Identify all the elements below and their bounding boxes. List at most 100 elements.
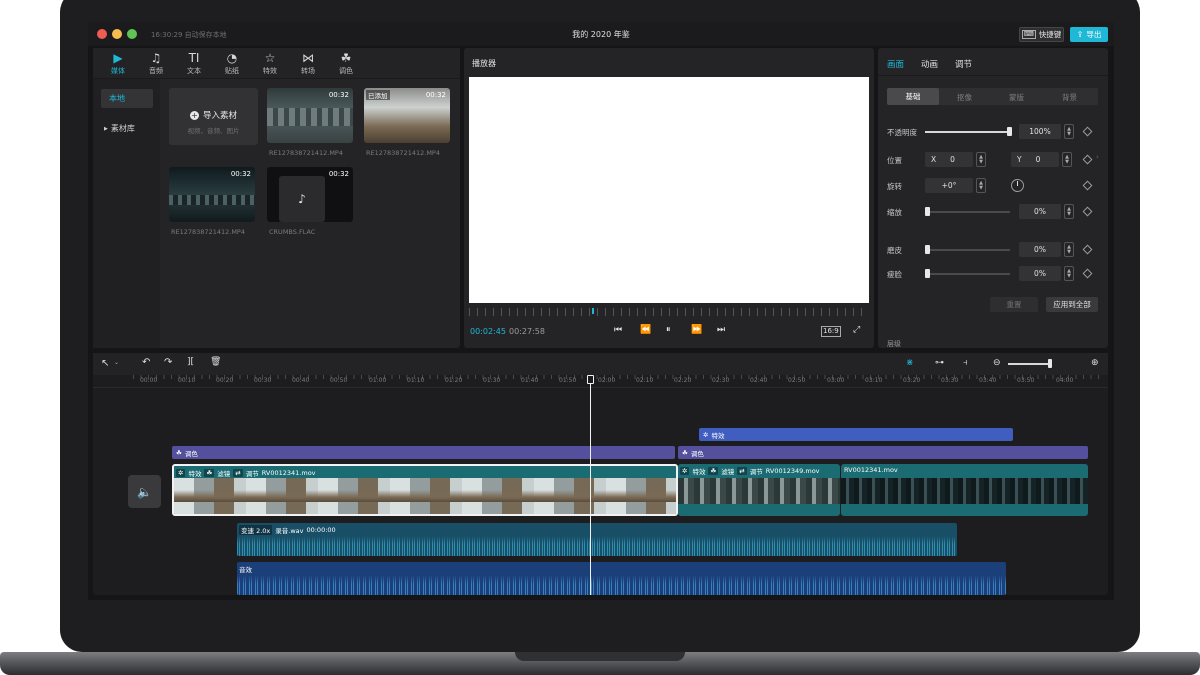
smooth-slider[interactable] <box>925 249 1010 251</box>
shortcut-button[interactable]: ⌨ 快捷键 <box>1019 27 1064 42</box>
redo-icon[interactable]: ↷ <box>164 357 172 368</box>
subtab-mask[interactable]: 蒙版 <box>1009 92 1024 103</box>
aspect-ratio-button[interactable]: 16:9 <box>821 326 841 337</box>
step-back-icon[interactable]: ⏪ <box>640 325 651 335</box>
magnet-snap-icon[interactable]: ⋇ <box>906 358 914 368</box>
preview-canvas[interactable] <box>469 77 869 303</box>
slim-face-keyframe-icon[interactable] <box>1082 268 1093 279</box>
ruler-tick: 03:50 <box>1017 377 1035 384</box>
media-thumb-2[interactable]: 已添加 00:32 <box>364 88 450 143</box>
subtab-keying[interactable]: 抠像 <box>957 92 972 103</box>
slim-face-slider-knob[interactable] <box>925 269 930 278</box>
timeline-zoom-knob[interactable] <box>1048 359 1052 368</box>
ruler-tick: 02:00 <box>598 377 616 384</box>
position-y-input[interactable]: Y0 <box>1011 152 1059 167</box>
tab-adjust[interactable]: 调节 <box>955 58 972 70</box>
clip-adjust-label: 调节 <box>245 470 259 478</box>
effect-clip[interactable]: ✲ 特效 <box>699 428 1013 441</box>
zoom-out-icon[interactable]: ⊖ <box>993 358 1001 368</box>
tab-effects[interactable]: ☆ 特效 <box>254 51 286 76</box>
subtab-basic[interactable]: 基础 <box>887 88 939 105</box>
position-keyframe-icon[interactable] <box>1082 154 1093 165</box>
audio-clip-voice[interactable]: 变速 2.0x 录音.wav 00:00:00 <box>237 523 957 556</box>
video-clip-1[interactable]: ✲ 特效 ☘ 滤镜 ⇄ 调节 RV0012341.mov <box>172 464 678 516</box>
delete-icon[interactable]: 🗑 <box>210 357 221 367</box>
rotate-stepper[interactable]: ▲ ▼ <box>976 178 986 193</box>
skip-to-start-icon[interactable]: ⏮ <box>614 325 622 335</box>
track-volume-icon[interactable]: 🔈 <box>128 475 161 508</box>
ruler-tick: 00:00 <box>140 377 158 384</box>
slim-face-input[interactable]: 0% <box>1019 266 1061 281</box>
clip-fx-label: 特效 <box>692 468 706 476</box>
player-scrubber[interactable] <box>469 308 869 316</box>
tab-media[interactable]: ▶ 媒体 <box>102 51 134 76</box>
player-scrubber-head[interactable] <box>592 308 594 314</box>
playhead-handle[interactable] <box>587 375 594 384</box>
smooth-slider-knob[interactable] <box>925 245 930 254</box>
thumb-duration: 00:32 <box>328 170 349 178</box>
tab-color[interactable]: ☘ 调色 <box>330 51 362 76</box>
scale-slider-knob[interactable] <box>925 207 930 216</box>
opacity-slider-knob[interactable] <box>1007 127 1012 136</box>
slim-face-slider[interactable] <box>925 273 1010 275</box>
split-icon[interactable]: ][ <box>187 357 194 367</box>
import-hint: 视频、音频、图片 <box>187 127 240 135</box>
tab-picture[interactable]: 画面 <box>887 58 904 70</box>
tab-sticker[interactable]: ◔ 贴纸 <box>216 51 248 76</box>
undo-icon[interactable]: ↶ <box>142 357 150 368</box>
reset-button[interactable]: 重置 <box>990 297 1038 312</box>
chevron-down-icon[interactable]: ⌄ <box>114 359 119 366</box>
position-y-stepper[interactable]: ▲ ▼ <box>1062 152 1072 167</box>
scale-slider[interactable] <box>925 211 1010 213</box>
fullscreen-icon[interactable]: ⤢ <box>853 325 860 335</box>
rotate-dial-icon[interactable] <box>1011 179 1024 192</box>
sidebar-item-local[interactable]: 本地 <box>101 89 153 108</box>
tab-text[interactable]: TI 文本 <box>178 51 210 76</box>
video-clip-2[interactable]: ✲ 特效 ☘ 滤镜 ⇄ 调节 RV0012349.mov <box>678 464 840 516</box>
titlebar: 16:30:29 自动保存本地 我的 2020 年鉴 ⌨ 快捷键 ⇪ 导出 <box>88 22 1114 46</box>
subtab-background[interactable]: 背景 <box>1062 92 1077 103</box>
rotate-input[interactable]: +0° <box>925 178 973 193</box>
opacity-keyframe-icon[interactable] <box>1082 126 1093 137</box>
opacity-slider[interactable] <box>925 131 1010 133</box>
audio-clip-sfx[interactable]: 音效 <box>237 562 1006 595</box>
skip-to-end-icon[interactable]: ⏭ <box>717 325 725 335</box>
position-x-stepper[interactable]: ▲ ▼ <box>976 152 986 167</box>
scale-stepper[interactable]: ▲ ▼ <box>1064 204 1074 219</box>
slim-face-stepper[interactable]: ▲ ▼ <box>1064 266 1074 281</box>
playhead-line[interactable] <box>590 375 591 595</box>
select-cursor-icon[interactable]: ↖ <box>101 358 109 369</box>
color-grade-clip-2[interactable]: ☘ 调色 <box>678 446 1088 459</box>
opacity-stepper[interactable]: ▲ ▼ <box>1064 124 1074 139</box>
project-title: 我的 2020 年鉴 <box>572 30 630 39</box>
media-thumb-1[interactable]: 00:32 <box>267 88 353 143</box>
color-grade-clip-1[interactable]: ☘ 调色 <box>172 446 675 459</box>
scale-input[interactable]: 0% <box>1019 204 1061 219</box>
import-media-button[interactable]: + 导入素材 视频、音频、图片 <box>169 88 258 145</box>
timeline-zoom-slider[interactable] <box>1008 363 1050 365</box>
tab-transition[interactable]: ⋈ 转场 <box>292 51 324 76</box>
timeline-ruler[interactable]: 00:00 00:10 00:20 00:30 00:40 00:50 01:0… <box>93 375 1108 388</box>
waveform <box>237 536 957 556</box>
tab-animation[interactable]: 动画 <box>921 58 938 70</box>
video-clip-3[interactable]: RV0012341.mov <box>841 464 1088 516</box>
step-forward-icon[interactable]: ⏩ <box>691 325 702 335</box>
preview-axis-icon[interactable]: ⫞ <box>963 358 968 368</box>
rotate-keyframe-icon[interactable] <box>1082 180 1093 191</box>
apply-all-button[interactable]: 应用到全部 <box>1046 297 1098 312</box>
scale-keyframe-icon[interactable] <box>1082 206 1093 217</box>
smooth-stepper[interactable]: ▲ ▼ <box>1064 242 1074 257</box>
tab-audio[interactable]: ♫ 音频 <box>140 51 172 76</box>
smooth-input[interactable]: 0% <box>1019 242 1061 257</box>
link-icon[interactable]: ⊶ <box>935 358 944 368</box>
opacity-input[interactable]: 100% <box>1019 124 1061 139</box>
pause-icon[interactable]: ⏸ <box>666 325 671 335</box>
position-x-input[interactable]: X0 <box>925 152 973 167</box>
media-thumb-4[interactable]: ♪ 00:32 <box>267 167 353 222</box>
smooth-keyframe-icon[interactable] <box>1082 244 1093 255</box>
media-thumb-3[interactable]: 00:32 <box>169 167 255 222</box>
export-button[interactable]: ⇪ 导出 <box>1070 27 1108 42</box>
sidebar-item-library[interactable]: ▶ 素材库 <box>101 119 153 138</box>
chevron-right-icon[interactable]: › <box>1096 153 1099 161</box>
zoom-in-icon[interactable]: ⊕ <box>1091 358 1099 368</box>
